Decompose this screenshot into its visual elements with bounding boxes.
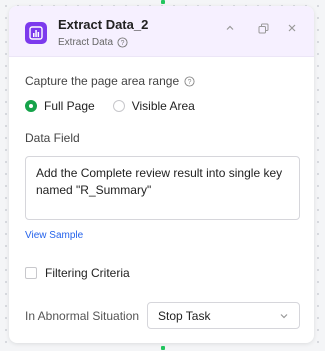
data-field-input[interactable]: Add the Complete review result into sing… (25, 156, 300, 220)
checkbox-label: Filtering Criteria (45, 266, 130, 280)
radio-unchecked-icon (112, 100, 125, 112)
close-icon (288, 24, 296, 32)
bottom-connector (161, 346, 165, 350)
radio-visible-area[interactable]: Visible Area (112, 99, 195, 113)
collapse-button[interactable] (222, 20, 238, 36)
close-button[interactable] (284, 20, 300, 36)
radio-label: Full Page (44, 99, 95, 113)
radio-full-page[interactable]: Full Page (25, 99, 95, 113)
radio-checked-icon (25, 100, 37, 112)
help-icon[interactable]: ? (184, 75, 195, 87)
select-value: Stop Task (158, 308, 211, 323)
data-field-label: Data Field (25, 131, 80, 145)
help-icon[interactable]: ? (117, 37, 128, 48)
copy-icon (258, 23, 268, 33)
node-subtitle-row: Extract Data ? (58, 37, 128, 48)
capture-range-options: Full Page Visible Area (25, 99, 213, 113)
svg-text:?: ? (188, 78, 192, 85)
node-subtitle: Extract Data (58, 37, 114, 48)
capture-range-label-row: Capture the page area range ? (25, 74, 195, 88)
capture-range-label: Capture the page area range (25, 74, 180, 88)
abnormal-situation-label: In Abnormal Situation (25, 309, 140, 323)
chevron-up-icon (226, 25, 234, 30)
view-sample-link[interactable]: View Sample (25, 230, 83, 241)
abnormal-situation-select[interactable]: Stop Task (147, 302, 300, 329)
radio-label: Visible Area (131, 99, 195, 113)
svg-text:?: ? (121, 40, 125, 47)
node-panel: Extract Data_2 Extract Data ? Capture th… (9, 6, 314, 343)
checkbox-box (25, 267, 37, 279)
filtering-criteria-checkbox[interactable]: Filtering Criteria (25, 266, 130, 280)
chart-box-icon (25, 22, 47, 44)
node-title: Extract Data_2 (58, 17, 149, 32)
chevron-down-icon (279, 311, 289, 321)
copy-button[interactable] (255, 20, 271, 36)
top-connector (161, 0, 165, 4)
node-header: Extract Data_2 Extract Data ? (9, 6, 314, 57)
